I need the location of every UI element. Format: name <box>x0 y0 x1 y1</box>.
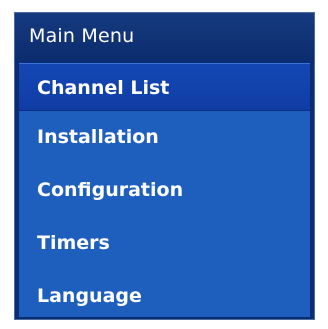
menu-item-channel-list[interactable]: Channel List <box>19 63 310 111</box>
menu-item-language[interactable]: Language <box>19 270 310 323</box>
menu-item-configuration[interactable]: Configuration <box>19 164 310 217</box>
menu-list: Channel List Installation Configuration … <box>19 63 310 317</box>
menu-title: Main Menu <box>15 13 314 59</box>
menu-item-installation[interactable]: Installation <box>19 111 310 164</box>
main-menu-panel: Main Menu Channel List Installation Conf… <box>14 12 315 320</box>
menu-item-timers[interactable]: Timers <box>19 217 310 270</box>
